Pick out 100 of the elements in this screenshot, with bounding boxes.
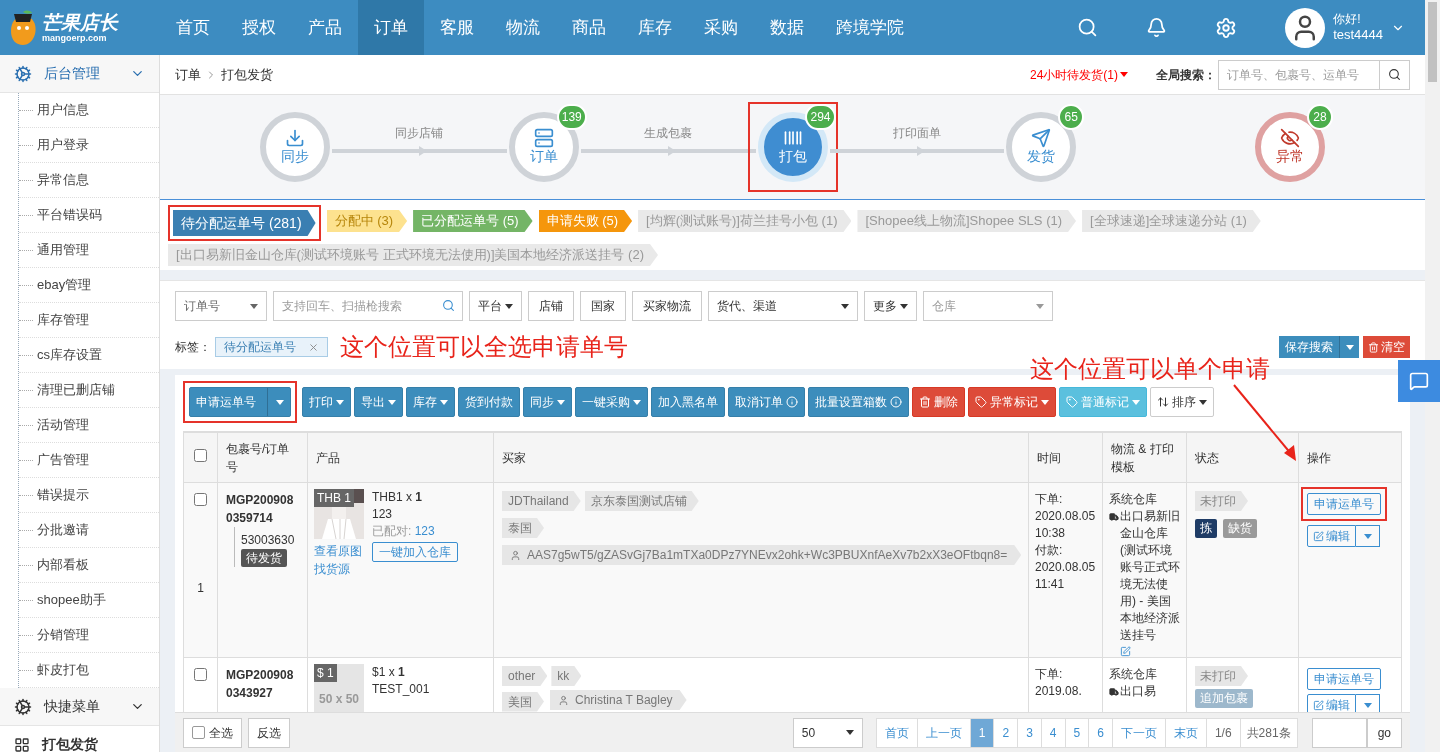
nav-tab[interactable]: 首页 xyxy=(160,0,226,55)
sidebar-section-header[interactable]: 后台管理 xyxy=(0,55,159,93)
nav-tab[interactable]: 授权 xyxy=(226,0,292,55)
scrollbar[interactable] xyxy=(1425,0,1440,752)
settings-icon[interactable] xyxy=(1215,16,1238,39)
select-all-button[interactable]: 全选 xyxy=(183,717,242,748)
filter-button[interactable]: 国家 xyxy=(580,291,626,321)
nav-tab[interactable]: 产品 xyxy=(292,0,358,55)
product-link[interactable]: 找货源 xyxy=(314,560,364,578)
apply-waybill-button[interactable]: 申请运单号 xyxy=(1307,668,1381,690)
sidebar-item[interactable]: 清理已删店铺 xyxy=(37,380,115,400)
toolbar-button[interactable]: 普通标记 xyxy=(1059,387,1147,417)
status-tag[interactable]: [出口易新旧金山仓库(测试环境账号 正式环境无法使用)]美国本地经济派送挂号 (2) xyxy=(168,244,658,266)
global-search-field[interactable]: 订单号、包裹号、运单号 xyxy=(1218,59,1380,90)
step-node[interactable]: 同步 xyxy=(260,112,330,182)
nav-tab[interactable]: 客服 xyxy=(424,0,490,55)
invert-selection-button[interactable]: 反选 xyxy=(248,717,290,748)
bell-icon[interactable] xyxy=(1146,17,1168,38)
status-tag[interactable]: [Shopee线上物流]Shopee SLS (1) xyxy=(857,210,1077,232)
sidebar-item[interactable]: shopee助手 xyxy=(37,590,106,610)
sidebar-section-header[interactable]: 快捷菜单 xyxy=(0,688,159,726)
sidebar-item[interactable]: 分批邀请 xyxy=(37,520,89,540)
filter-button[interactable]: 店铺 xyxy=(528,291,574,321)
page-link[interactable]: 下一页 xyxy=(1111,717,1166,748)
toolbar-button[interactable]: 删除 xyxy=(912,387,965,417)
sidebar-item[interactable]: 错误提示 xyxy=(37,485,89,505)
row-checkbox[interactable] xyxy=(194,493,207,506)
sidebar-item[interactable]: 广告管理 xyxy=(37,450,89,470)
status-tag[interactable]: [均辉(测试账号)]荷兰挂号小包 (1) xyxy=(638,210,852,232)
chat-button[interactable] xyxy=(1398,360,1440,402)
search-icon[interactable] xyxy=(442,299,455,312)
status-tag[interactable]: [全球速递]全球速递分站 (1) xyxy=(1082,210,1261,232)
tag-chip[interactable]: 待分配运单号 xyxy=(215,337,328,357)
toolbar-button[interactable]: 申请运单号 xyxy=(189,387,291,417)
product-link[interactable]: 查看原图 xyxy=(314,542,364,560)
sidebar-item[interactable]: 用户登录 xyxy=(37,135,89,155)
select-field[interactable]: 仓库 xyxy=(923,291,1053,321)
apply-waybill-button[interactable]: 申请运单号 xyxy=(1307,493,1381,515)
toolbar-button[interactable]: 库存 xyxy=(406,387,455,417)
nav-tab[interactable]: 订单 xyxy=(358,0,424,55)
sidebar-item[interactable]: 用户信息 xyxy=(37,100,89,120)
toolbar-button[interactable]: 加入黑名单 xyxy=(651,387,725,417)
nav-tab[interactable]: 商品 xyxy=(556,0,622,55)
sidebar-item[interactable]: 分销管理 xyxy=(37,625,89,645)
filter-button[interactable]: 买家物流 xyxy=(632,291,702,321)
search-icon[interactable] xyxy=(1077,17,1099,38)
toolbar-button[interactable]: 导出 xyxy=(354,387,403,417)
search-field[interactable]: 支持回车、扫描枪搜索 xyxy=(273,291,463,321)
sidebar-item[interactable]: 内部看板 xyxy=(37,555,89,575)
page-input-field[interactable] xyxy=(1311,717,1367,748)
status-tag[interactable]: 待分配运单号 (281) xyxy=(173,210,316,236)
nav-tab[interactable]: 库存 xyxy=(622,0,688,55)
page-link[interactable]: 首页 xyxy=(875,717,918,748)
filter-dropdown-button[interactable]: 更多 xyxy=(864,291,917,321)
page-link[interactable]: 上一页 xyxy=(916,717,971,748)
toolbar-button[interactable]: 取消订单 xyxy=(728,387,805,417)
toolbar-button[interactable]: 打印 xyxy=(302,387,351,417)
select-all-checkbox[interactable] xyxy=(194,448,207,462)
caret-button[interactable] xyxy=(1356,525,1380,547)
toolbar-button[interactable]: 货到付款 xyxy=(458,387,520,417)
avatar[interactable] xyxy=(1285,7,1326,48)
sidebar-item[interactable]: 虾皮打包 xyxy=(37,660,89,680)
package-number[interactable]: MGP2009080359714 xyxy=(226,491,299,527)
select-field[interactable]: 订单号 xyxy=(175,291,267,321)
save-search-button[interactable]: 保存搜索 xyxy=(1279,336,1359,358)
toolbar-button[interactable]: 同步 xyxy=(523,387,572,417)
status-tag[interactable]: 申请失败 (5) xyxy=(538,210,633,232)
add-to-warehouse-button[interactable]: 一键加入仓库 xyxy=(372,542,458,562)
sidebar-item[interactable]: 通用管理 xyxy=(37,240,89,260)
status-tag[interactable]: 分配中 (3) xyxy=(326,210,408,232)
clear-button[interactable]: 清空 xyxy=(1363,336,1410,358)
row-checkbox[interactable] xyxy=(194,668,207,681)
nav-tab[interactable]: 采购 xyxy=(688,0,754,55)
page-link[interactable]: 6 xyxy=(1088,717,1113,748)
pending-alert-link[interactable]: 24小时待发货(1) xyxy=(1030,65,1128,84)
toolbar-button[interactable]: 排序 xyxy=(1150,387,1214,417)
nav-tab[interactable]: 数据 xyxy=(754,0,820,55)
nav-tab[interactable]: 物流 xyxy=(490,0,556,55)
page-link[interactable]: 4 xyxy=(1040,717,1066,748)
toolbar-button[interactable]: 批量设置箱数 xyxy=(808,387,909,417)
status-tag[interactable]: 已分配运单号 (5) xyxy=(413,210,533,232)
toolbar-button[interactable]: 异常标记 xyxy=(968,387,1056,417)
toolbar-button[interactable]: 一键采购 xyxy=(575,387,648,417)
select-field[interactable]: 货代、渠道 xyxy=(708,291,858,321)
edit-icon[interactable] xyxy=(1120,646,1131,657)
sidebar-item[interactable]: 平台错误码 xyxy=(37,205,102,225)
sidebar-item[interactable]: 库存管理 xyxy=(37,310,89,330)
page-link[interactable]: 2 xyxy=(993,717,1019,748)
nav-tab[interactable]: 跨境学院 xyxy=(820,0,920,55)
sidebar-item[interactable]: cs库存设置 xyxy=(37,345,102,365)
filter-dropdown-button[interactable]: 平台 xyxy=(469,291,522,321)
breadcrumb-item[interactable]: 订单 xyxy=(175,64,201,85)
sidebar-item[interactable]: ebay管理 xyxy=(37,275,92,295)
close-icon[interactable] xyxy=(308,341,319,353)
search-button[interactable] xyxy=(1380,59,1410,90)
page-link[interactable]: 3 xyxy=(1017,717,1042,748)
sidebar-item[interactable]: 活动管理 xyxy=(37,415,89,435)
page-size-select[interactable]: 50 xyxy=(792,717,863,748)
sidebar-item[interactable]: 异常信息 xyxy=(37,170,89,190)
page-link[interactable]: 末页 xyxy=(1164,717,1207,748)
